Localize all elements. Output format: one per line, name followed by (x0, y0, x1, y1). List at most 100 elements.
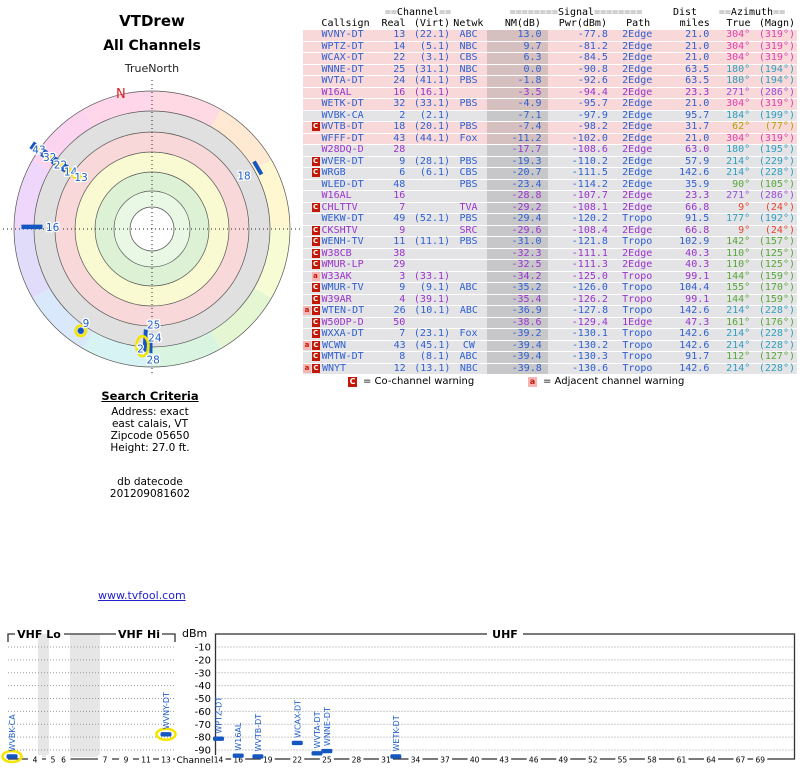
db-datecode-value: 201209081602 (109, 488, 191, 500)
radar-channel-label: 24 (148, 332, 162, 344)
table-cell: 31.7 (685, 121, 710, 132)
table-row: WNNE-DT 25 (31.1) NBC 0.0 -90.8 2Edge 63.5 180° (… (303, 63, 797, 75)
table-cell: (33.1) (413, 98, 451, 109)
table-cell: -92.6 (577, 75, 608, 86)
table-row: a W33AK 3 (33.1) -34.2 -125.0 Tropo 99.1 144° (15… (303, 270, 797, 282)
station-callsign-label: WVNY-DT (162, 692, 171, 729)
table-cell: 6 (399, 167, 406, 178)
table-cell (450, 111, 487, 122)
table-cell (303, 111, 321, 122)
table-cell: 90° (732, 178, 751, 190)
dbm-tick-label: -50 (195, 694, 211, 705)
table-cell: (16.1) (413, 86, 451, 98)
table-cell: 23.3 (685, 190, 710, 201)
table-cell: -32.5 (487, 259, 548, 271)
table-cell: 112° (726, 351, 751, 362)
table-cell: 8 (399, 351, 406, 362)
table-cell: -97.9 (577, 109, 608, 121)
table-cell: (39.1) (413, 293, 451, 305)
criteria-zip-line: Zipcode 05650 (110, 430, 190, 442)
table-cell: 2Edge (622, 144, 653, 155)
table-cell: 99.1 (685, 270, 710, 282)
table-cell: -130.1 (571, 328, 608, 339)
table-row: a C WNYT 12 (13.1) NBC -39.8 -130.6 Tropo 142.6 21… (303, 362, 797, 374)
table-row: WCAX-DT 22 (3.1) CBS 6.3 -84.5 2Edge 21.0 304° (3… (303, 52, 797, 64)
table-cell: -7.4 (487, 121, 548, 133)
criteria-height-line: Height: 27.0 ft. (110, 442, 190, 454)
table-cell: ABC (459, 305, 478, 316)
table-cell: Fox (459, 132, 478, 144)
table-cell: -23.4 (487, 179, 548, 190)
uhf-channel-tick: 34 (411, 756, 421, 765)
compass-n-label: N (116, 87, 126, 102)
table-cell: 9.7 (487, 41, 548, 52)
table-cell: CBS (459, 167, 478, 178)
signal-bar (321, 748, 333, 754)
table-header-groups: ==Channel== ========Signal======== Dist … (384, 7, 786, 18)
table-cell: -28.8 (487, 190, 548, 202)
tvfool-link[interactable]: www.tvfool.com (98, 589, 186, 602)
table-row: C WMUR-TV 9 (9.1) ABC -35.2 -126.0 Tropo 104.4 15… (303, 282, 797, 294)
table-cell: 48 (393, 178, 406, 190)
uhf-channel-tick: 31 (381, 756, 391, 765)
table-cell: (11.1) (413, 236, 451, 247)
co-channel-warning-icon: C (348, 376, 357, 387)
table-cell: C (311, 352, 320, 361)
signal-bar (291, 740, 303, 746)
table-cell: -39.2 (487, 328, 548, 340)
table-cell: 102.9 (679, 236, 710, 247)
table-cell: 21.0 (685, 132, 710, 144)
table-cell: 9° (738, 224, 751, 236)
table-cell: (125°) (758, 259, 795, 270)
table-cell (405, 249, 450, 260)
dbm-tick-label: -70 (195, 720, 211, 731)
table-cell: 180° (726, 144, 751, 155)
table-cell: W50DP-D (321, 316, 364, 328)
table-cell (450, 249, 487, 260)
table-cell: 214° (726, 305, 751, 316)
station-callsign-label: WVTB-DT (254, 714, 263, 752)
table-cell: 40.3 (685, 259, 710, 270)
table-cell: C (311, 156, 320, 166)
table-cell: 26 (393, 305, 406, 316)
table-cell: WVTB-DT (321, 121, 364, 132)
signal-bar (232, 753, 244, 758)
table-cell: 214° (726, 362, 751, 374)
true-north-label: TrueNorth (124, 62, 180, 75)
table-cell: ABC (459, 282, 478, 293)
table-cell: 142.6 (679, 328, 710, 339)
table-cell: (228°) (758, 305, 795, 316)
table-cell: Tropo (622, 351, 653, 362)
table-cell: C (311, 317, 320, 327)
radar-channel-label: 25 (147, 319, 160, 331)
table-cell (303, 191, 321, 202)
table-row: C WVTB-DT 18 (20.1) PBS -7.4 -98.2 2Edge 31.7 62°… (303, 121, 797, 133)
table-cell: 21.0 (685, 52, 710, 63)
table-cell: 2Edge (622, 224, 653, 236)
table-cell (450, 260, 487, 271)
table-cell: W16AL (321, 86, 352, 98)
table-cell: WNNE-DT (321, 63, 364, 75)
table-cell: W16AL (321, 190, 352, 201)
table-row: WVBK-CA 2 (2.1) -7.1 -97.9 2Edge 95.7 184° (199°… (303, 109, 797, 122)
table-cell: (24°) (764, 224, 795, 236)
table-cell: W39AR (321, 293, 352, 305)
table-cell: -130.6 (571, 362, 609, 374)
table-row: WEKW-DT 49 (52.1) PBS -29.4 -120.2 Tropo 91.5 17… (303, 213, 797, 225)
table-cell (450, 145, 487, 156)
table-cell: -20.7 (487, 167, 548, 179)
table-cell: 2Edge (622, 52, 653, 63)
table-cell: -31.0 (487, 236, 548, 248)
table-cell: -35.2 (487, 282, 548, 294)
table-cell: 161° (726, 316, 751, 328)
table-cell: -29.6 (487, 225, 548, 236)
table-cell: ABC (459, 29, 478, 40)
vhf-channel-tick: 6 (61, 756, 66, 765)
table-cell: Fox (459, 328, 478, 339)
table-cell: 63.5 (685, 75, 710, 86)
table-cell: (192°) (758, 213, 795, 224)
table-cell: 11 (393, 236, 406, 247)
table-row: C WMUR-LP 29 -32.5 -111.3 2Edge 40.3 110° (125°) (303, 259, 797, 271)
table-cell: -126.2 (571, 293, 608, 305)
table-cell: (229°) (758, 155, 795, 167)
